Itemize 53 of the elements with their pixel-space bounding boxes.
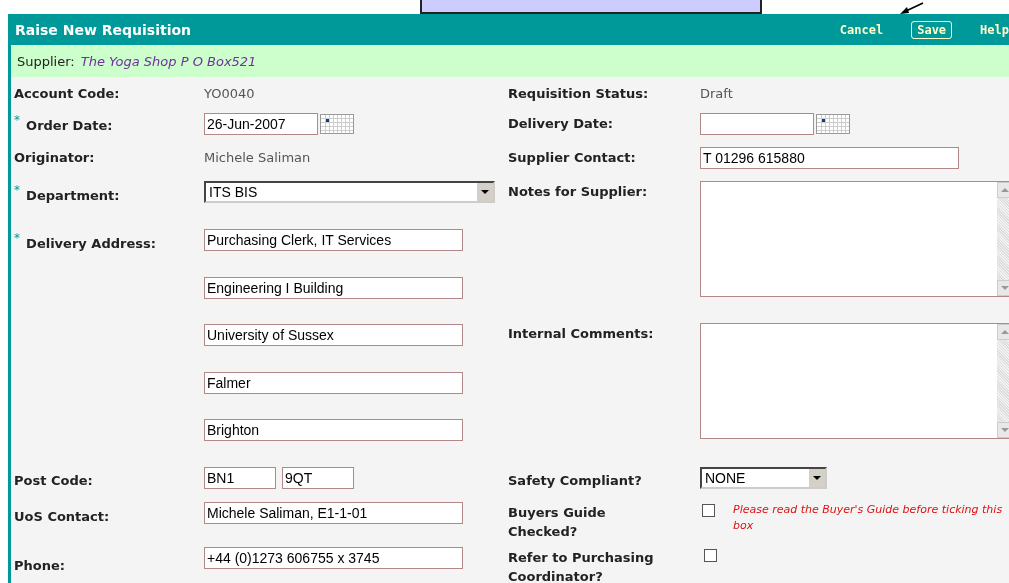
field-label: Post Code: [14,473,93,488]
postcode-field[interactable]: 9QT [282,467,354,489]
page-title: Raise New Requisition [15,21,192,38]
hint-text: Please read the Buyer's Guide before ticking this box [733,502,1004,534]
text-area[interactable] [700,323,1009,439]
scrollbar[interactable] [997,324,1009,438]
checkbox[interactable] [704,549,717,562]
text-field[interactable]: +44 (0)1273 606755 x 3745 [204,547,463,569]
calendar-icon[interactable] [320,114,354,134]
field-label: UoS Contact: [14,509,110,524]
field-label: Requisition Status: [508,86,649,101]
required-mark: * [14,231,20,245]
field-value: YO0040 [204,86,255,101]
field-label: Internal Comments: [508,326,654,341]
required-mark: * [14,113,20,127]
field-label: Delivery Date: [508,116,613,131]
arrow-down-icon[interactable] [999,427,1009,433]
field-value: Draft [700,86,733,101]
arrow-up-icon[interactable] [999,187,1009,193]
supplier-name: The Yoga Shop P O Box521 [80,53,257,69]
arrow-up-icon[interactable] [999,329,1009,335]
field-label: Safety Compliant? [508,473,642,488]
field-label: Buyers Guide Checked? [508,505,606,539]
field-label: Account Code: [14,86,120,101]
postcode-field[interactable]: BN1 [204,467,276,489]
pointer-arrow [898,2,924,14]
address-field[interactable]: Purchasing Clerk, IT Services [204,229,463,251]
supplier-label: Supplier: [17,53,75,69]
arrow-down-icon[interactable] [999,285,1009,291]
address-field[interactable]: Engineering I Building [204,276,463,299]
field-label: Order Date: [26,118,113,133]
field-label: Refer to Purchasing Coordinator? [508,550,654,583]
required-mark: * [14,183,20,197]
field-label: Notes for Supplier: [508,184,648,199]
calendar-icon[interactable] [816,114,850,134]
address-field[interactable]: Falmer [204,371,463,394]
text-field[interactable]: Michele Saliman, E1-1-01 [204,502,463,524]
field-label: Supplier Contact: [508,150,636,165]
field-value: Michele Saliman [204,150,311,165]
scrollbar[interactable] [997,182,1009,296]
dropdown[interactable]: NONE [700,467,827,489]
field-label: Phone: [14,558,65,573]
text-field[interactable]: T 01296 615880 [700,147,959,169]
text-area[interactable] [700,181,1009,297]
field-label: Delivery Address: [26,236,156,251]
checkbox[interactable] [702,504,715,517]
dropdown[interactable]: ITS BIS [204,181,495,203]
date-field[interactable] [700,113,814,135]
date-field[interactable]: 26-Jun-2007 [204,113,318,135]
field-label: Originator: [14,150,95,165]
field-label: Department: [26,188,120,203]
address-field[interactable]: University of Sussex [204,324,463,346]
address-field[interactable]: Brighton [204,419,463,441]
